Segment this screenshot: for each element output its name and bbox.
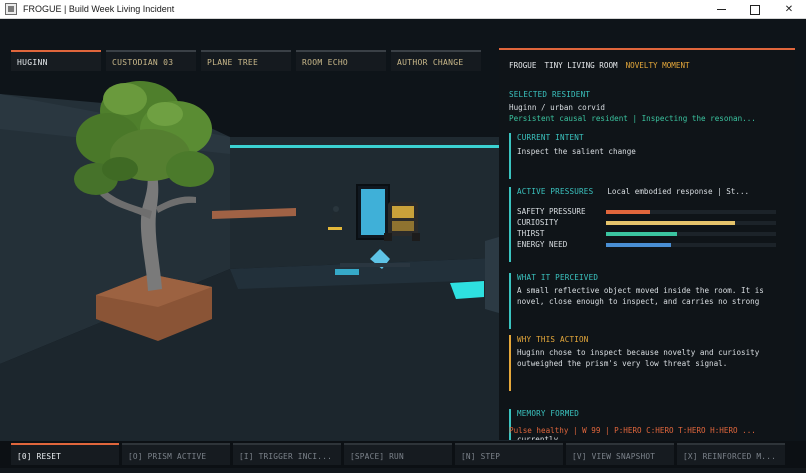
pressure-label: ENERGY NEED bbox=[517, 240, 568, 249]
resident-tabs: HUGINN CUSTODIAN 03 PLANE TREE ROOM ECHO… bbox=[11, 50, 481, 71]
reinforced-memory-button[interactable]: [X] REINFORCED M... bbox=[677, 443, 785, 465]
perceived-text: A small reflective object moved inside t… bbox=[517, 286, 764, 306]
pressure-track bbox=[606, 242, 776, 247]
memory-label: MEMORY FORMED bbox=[517, 409, 580, 418]
bottom-strip bbox=[0, 468, 806, 473]
panel-moment-label: NOVELTY MOMENT bbox=[625, 61, 690, 70]
prism-active-button[interactable]: [O] PRISM ACTIVE bbox=[122, 443, 230, 465]
why-action-card: WHY THIS ACTION Huginn chose to inspect … bbox=[509, 335, 789, 391]
pressure-track bbox=[606, 231, 776, 236]
maximize-button[interactable] bbox=[738, 0, 772, 19]
reset-button[interactable]: [0] RESET bbox=[11, 443, 119, 465]
selected-resident-label: SELECTED RESIDENT bbox=[509, 90, 591, 99]
pressure-row: CURIOSITY bbox=[517, 217, 789, 228]
selected-resident-section: SELECTED RESIDENT Huginn / urban corvid … bbox=[509, 90, 789, 124]
resident-status: Persistent causal resident | Inspecting … bbox=[509, 114, 756, 123]
view-snapshot-button[interactable]: [V] VIEW SNAPSHOT bbox=[566, 443, 674, 465]
control-bar: [0] RESET [O] PRISM ACTIVE [I] TRIGGER I… bbox=[0, 441, 806, 473]
pressure-label: THIRST bbox=[517, 229, 545, 238]
inspector-panel: FROGUE TINY LIVING ROOM NOVELTY MOMENT S… bbox=[499, 48, 795, 440]
window-controls: ✕ bbox=[704, 0, 806, 19]
tab-custodian-03[interactable]: CUSTODIAN 03 bbox=[106, 50, 196, 71]
active-pressures-summary: Local embodied response | St... bbox=[607, 187, 750, 196]
tab-room-echo[interactable]: ROOM ECHO bbox=[296, 50, 386, 71]
wall-light-strip bbox=[230, 145, 520, 148]
window-titlebar: FROGUE | Build Week Living Incident ✕ bbox=[0, 0, 806, 19]
window-title: FROGUE | Build Week Living Incident bbox=[23, 4, 175, 14]
current-intent-label: CURRENT INTENT bbox=[517, 133, 584, 142]
control-buttons: [0] RESET [O] PRISM ACTIVE [I] TRIGGER I… bbox=[11, 443, 785, 465]
pressure-label: CURIOSITY bbox=[517, 218, 559, 227]
reflective-panel-surface bbox=[361, 189, 385, 235]
app-icon bbox=[5, 3, 17, 15]
active-pressures-label: ACTIVE PRESSURES bbox=[517, 187, 594, 196]
step-button[interactable]: [N] STEP bbox=[455, 443, 563, 465]
tab-author-change[interactable]: AUTHOR CHANGE bbox=[391, 50, 481, 71]
pressure-track bbox=[606, 209, 776, 214]
panel-header: FROGUE TINY LIVING ROOM NOVELTY MOMENT bbox=[499, 50, 795, 70]
panel-app-name: FROGUE bbox=[509, 61, 537, 70]
floor-slab bbox=[340, 263, 410, 267]
perceived-label: WHAT IT PERCEIVED bbox=[517, 273, 599, 282]
floor-cyan-block bbox=[450, 281, 484, 299]
panel-room-name: TINY LIVING ROOM bbox=[544, 61, 618, 70]
pressure-row: SAFETY PRESSURE bbox=[517, 206, 789, 217]
pressure-label: SAFETY PRESSURE bbox=[517, 207, 586, 216]
current-intent-card: CURRENT INTENT Inspect the salient chang… bbox=[509, 133, 789, 179]
trigger-incident-button[interactable]: [I] TRIGGER INCI... bbox=[233, 443, 341, 465]
why-action-text: Huginn chose to inspect because novelty … bbox=[517, 348, 760, 368]
why-action-label: WHY THIS ACTION bbox=[517, 335, 589, 344]
minimize-button[interactable] bbox=[704, 0, 738, 19]
pressure-track bbox=[606, 220, 776, 225]
resident-name: Huginn / urban corvid bbox=[509, 103, 606, 112]
close-button[interactable]: ✕ bbox=[772, 0, 806, 19]
pressure-fill bbox=[606, 231, 678, 236]
active-pressures-card: ACTIVE PRESSURES Local embodied response… bbox=[509, 187, 789, 262]
pulse-status-line: Pulse healthy | W 99 | P:HERO C:HERO T:H… bbox=[509, 426, 756, 435]
run-button[interactable]: [SPACE] RUN bbox=[344, 443, 452, 465]
custodian-robot[interactable] bbox=[384, 202, 420, 241]
pressure-fill bbox=[606, 220, 736, 225]
current-intent-text: Inspect the salient change bbox=[517, 147, 636, 156]
tab-huginn[interactable]: HUGINN bbox=[11, 50, 101, 71]
pressure-row: THIRST bbox=[517, 228, 789, 239]
pressure-fill bbox=[606, 209, 651, 214]
floor-tile-cyan bbox=[335, 269, 359, 275]
pressure-bars: SAFETY PRESSURE CURIOSITY THIRST ENERGY NEE… bbox=[517, 206, 789, 250]
game-viewport[interactable]: HUGINN CUSTODIAN 03 PLANE TREE ROOM ECHO… bbox=[0, 19, 806, 441]
tab-plane-tree[interactable]: PLANE TREE bbox=[201, 50, 291, 71]
memory-card: MEMORY FORMED currently bbox=[509, 409, 789, 440]
perceived-card: WHAT IT PERCEIVED A small reflective obj… bbox=[509, 273, 789, 329]
pressure-row: ENERGY NEED bbox=[517, 239, 789, 250]
pressure-fill bbox=[606, 242, 671, 247]
